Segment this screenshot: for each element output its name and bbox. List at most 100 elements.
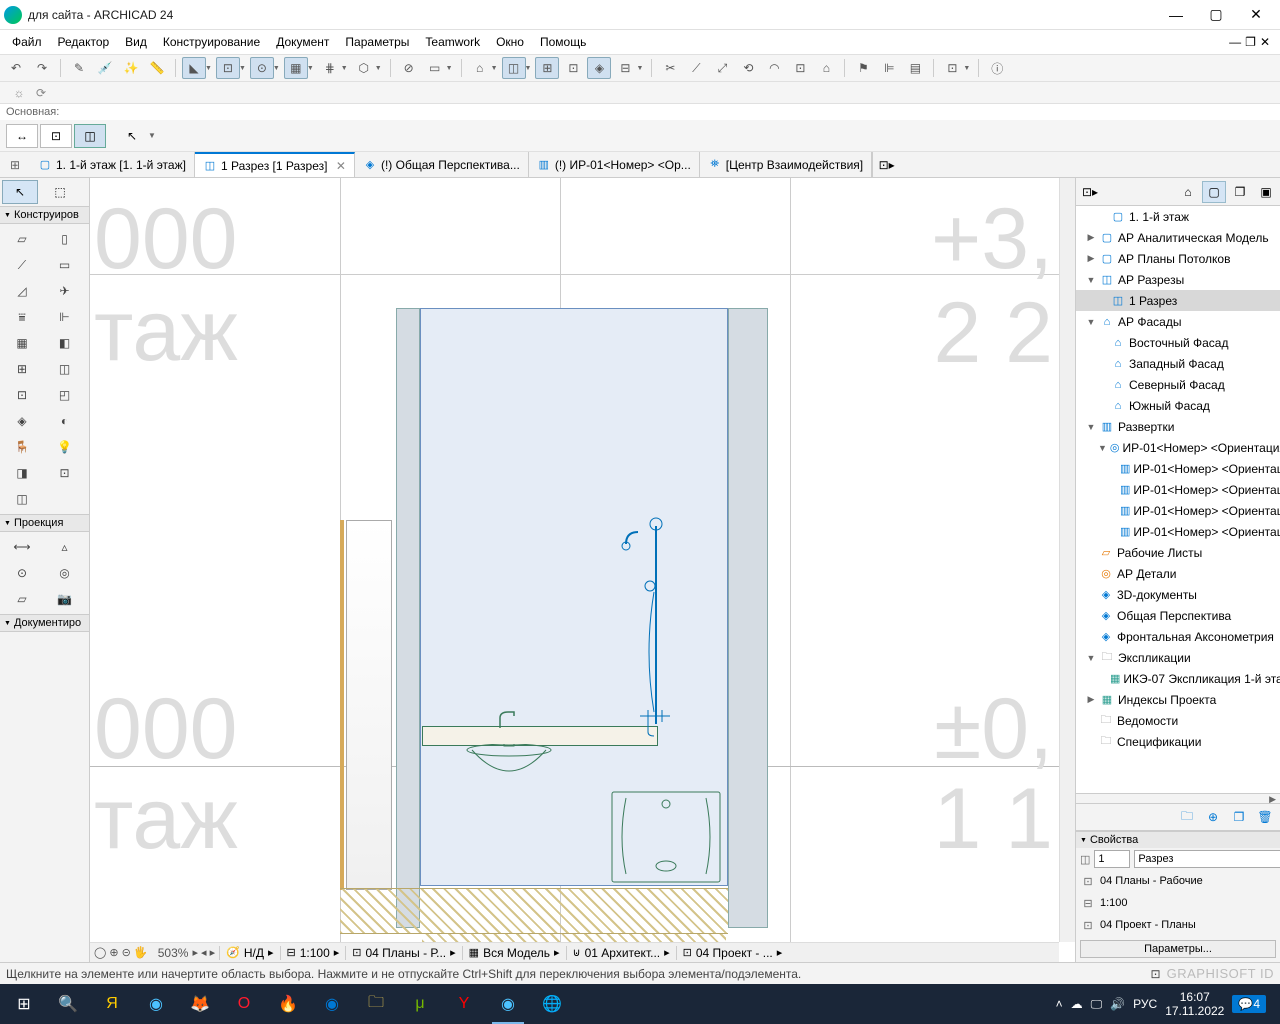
drawing-canvas[interactable]: 000 таж +3, 2 2 000 таж ±0, 1 1 [90, 178, 1075, 962]
prop-penset[interactable]: ⊡04 Проект - Планы [1076, 914, 1280, 936]
snap-point-button[interactable]: ⊙ [250, 57, 274, 79]
distribute-button[interactable]: ▤ [903, 57, 927, 79]
tray-lang[interactable]: РУС [1133, 997, 1157, 1011]
arrow-mode-button[interactable]: ↖ [118, 124, 146, 148]
guide-snap-button[interactable]: ⊡ [216, 57, 240, 79]
status-updates-icon[interactable]: ⊡ [1151, 967, 1161, 981]
nav-item-ir01-b[interactable]: ▥ИР-01<Номер> <Ориентац [1076, 479, 1280, 500]
menu-view[interactable]: Вид [117, 33, 155, 51]
geom-method-3[interactable]: ◫ [74, 124, 106, 148]
door-tool[interactable]: ◧ [46, 331, 84, 355]
ruler-button[interactable]: 📏 [145, 57, 169, 79]
document-tools-header[interactable]: Документиро [0, 614, 89, 632]
flag-button[interactable]: ⚑ [851, 57, 875, 79]
nav-item-indexes[interactable]: ▶▦Индексы Проекта [1076, 689, 1280, 710]
nav-item-axo[interactable]: ◈Фронтальная Аксонометрия [1076, 626, 1280, 647]
intersect-button[interactable]: ⟲ [736, 57, 760, 79]
search-icon[interactable]: 🔍 [48, 984, 88, 1024]
undo-button[interactable]: ↶ [4, 57, 28, 79]
nav-item-ceilings[interactable]: ▶▢АР Планы Потолков [1076, 248, 1280, 269]
morph-tool[interactable]: ◐ [46, 409, 84, 433]
adjust-button[interactable]: ⤢ [710, 57, 734, 79]
pen-chip[interactable]: ⊡ 04 Проект - ... ▸ [676, 946, 789, 960]
menu-edit[interactable]: Редактор [50, 33, 118, 51]
mdi-close-icon[interactable]: ✕ [1260, 35, 1270, 49]
nav-view-map-icon[interactable]: ▢ [1202, 181, 1226, 203]
tab-section[interactable]: ◫ 1 Разрез [1 Разрез] ✕ [195, 152, 355, 177]
resize-button[interactable]: ⊡ [788, 57, 812, 79]
vertical-scrollbar[interactable] [1059, 178, 1075, 942]
utorrent-icon[interactable]: μ [400, 984, 440, 1024]
tray-volume-icon[interactable]: 🔊 [1110, 997, 1125, 1011]
nav-new-folder-icon[interactable]: 🗀 [1176, 806, 1198, 828]
split-button[interactable]: ⟋ [684, 57, 708, 79]
dimension-button[interactable]: ⊟ [613, 57, 637, 79]
skylight-tool[interactable]: ◫ [46, 357, 84, 381]
redo-button[interactable]: ↷ [30, 57, 54, 79]
tray-onedrive-icon[interactable]: ☁ [1071, 997, 1083, 1011]
nav-item-section-1[interactable]: ◫1 Разрез [1076, 290, 1280, 311]
arrow-tool[interactable]: ↖ [2, 180, 38, 204]
camera-tool[interactable]: 📷 [46, 587, 84, 611]
guide-angle-button[interactable]: ◣ [182, 57, 206, 79]
layers-button[interactable]: ▭ [423, 57, 447, 79]
menu-help[interactable]: Помощь [532, 33, 594, 51]
tab-floor-plan[interactable]: ▢ 1. 1-й этаж [1. 1-й этаж] [30, 152, 195, 177]
pick-button[interactable]: ✎ [67, 57, 91, 79]
mesh-tool[interactable]: ◈ [3, 409, 41, 433]
nav-item-interior[interactable]: ▼▥Развертки [1076, 416, 1280, 437]
tab-3d[interactable]: ◈ (!) Общая Перспектива... [355, 152, 529, 177]
offset-button[interactable]: ⌂ [814, 57, 838, 79]
window-tool[interactable]: ⊞ [3, 357, 41, 381]
prop-name-input[interactable] [1134, 850, 1280, 868]
navigator-tree[interactable]: ▢1. 1-й этаж ▶▢АР Аналитическая Модель ▶… [1076, 206, 1280, 793]
nav-item-details[interactable]: ◎АР Детали [1076, 563, 1280, 584]
nav-item-ir01-d[interactable]: ▥ИР-01<Номер> <Ориентац [1076, 521, 1280, 542]
element-info-button[interactable]: ⓘ [985, 57, 1009, 79]
start-button[interactable]: ⊞ [4, 984, 44, 1024]
yandex-start-icon[interactable]: Я [92, 984, 132, 1024]
properties-button[interactable]: Параметры... [1080, 940, 1276, 958]
structure-chip[interactable]: ⊍ 01 Архитект... ▸ [566, 946, 676, 960]
nav-item-3ddocs[interactable]: ◈3D-документы [1076, 584, 1280, 605]
nav-layout-book-icon[interactable]: ❐ [1228, 181, 1252, 203]
nav-item-analytical[interactable]: ▶▢АР Аналитическая Модель [1076, 227, 1280, 248]
suspend-button[interactable]: ⊘ [397, 57, 421, 79]
elevation-tool[interactable]: ▵ [46, 535, 84, 559]
slab-tool[interactable]: ▭ [46, 253, 84, 277]
menu-teamwork[interactable]: Teamwork [417, 33, 488, 51]
menu-file[interactable]: Файл [4, 33, 50, 51]
nav-item-ir01-a[interactable]: ▥ИР-01<Номер> <Ориентац [1076, 458, 1280, 479]
prop-id-input[interactable] [1094, 850, 1130, 868]
nav-item-ir01-c[interactable]: ▥ИР-01<Номер> <Ориентац [1076, 500, 1280, 521]
lamp-tool[interactable]: 💡 [46, 435, 84, 459]
graphisoft-id[interactable]: GRAPHISOFT ID [1167, 966, 1274, 981]
beam-tool[interactable]: ⟋ [3, 253, 41, 277]
tracker-icon[interactable]: ☼ [8, 83, 30, 103]
section-tool[interactable]: ⟷ [3, 535, 41, 559]
nav-save-view-icon[interactable]: ⊕ [1202, 806, 1224, 828]
notifications-icon[interactable]: 💬4 [1232, 995, 1266, 1013]
nav-item-west[interactable]: ⌂Западный Фасад [1076, 353, 1280, 374]
nav-item-ike07[interactable]: ▦ИКЭ-07 Экспликация 1-й этаж [1076, 668, 1280, 689]
fillet-button[interactable]: ◠ [762, 57, 786, 79]
nav-scroll-right[interactable]: ▶ [1269, 794, 1276, 803]
interior-elevation-tool[interactable]: ⊙ [3, 561, 41, 585]
trace-button[interactable]: ◫ [502, 57, 526, 79]
prop-scale[interactable]: ⊟1:100 [1076, 892, 1280, 914]
column-tool[interactable]: ▯ [46, 227, 84, 251]
home-button[interactable]: ⌂ [468, 57, 492, 79]
magic-wand-button[interactable]: ✨ [119, 57, 143, 79]
gravity-button[interactable]: ⬡ [352, 57, 376, 79]
zoom-controls[interactable]: ◯ ⊕ ⊝ 🖐 503% ▸ ◂ ▸ [90, 946, 219, 960]
geom-method-1[interactable]: ↔ [6, 124, 38, 148]
nav-item-north[interactable]: ⌂Северный Фасад [1076, 374, 1280, 395]
layer-combo-chip[interactable]: ⊡ 04 Планы - Р... ▸ [345, 946, 461, 960]
align-button[interactable]: ⊫ [877, 57, 901, 79]
eyedropper-button[interactable]: 💉 [93, 57, 117, 79]
tab-action-center[interactable]: ⛯ [Центр Взаимодействия] [700, 152, 872, 177]
explorer-icon[interactable]: 🗀 [356, 984, 396, 1024]
nav-mode-dropdown[interactable]: ⊡▸ [1078, 181, 1102, 203]
menu-window[interactable]: Окно [488, 33, 532, 51]
close-button[interactable]: ✕ [1236, 6, 1276, 23]
